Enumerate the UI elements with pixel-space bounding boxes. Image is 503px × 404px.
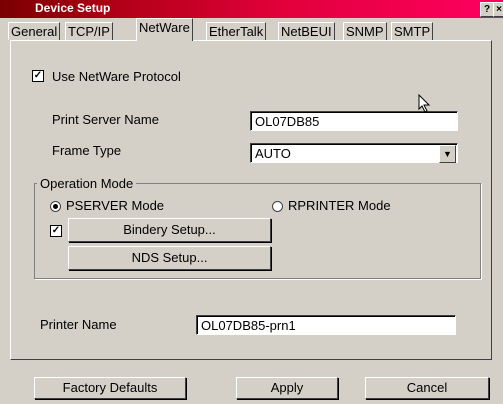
window-title: Device Setup <box>35 1 111 15</box>
mouse-cursor-icon <box>418 94 431 113</box>
print-server-label: Print Server Name <box>52 112 159 127</box>
print-server-input[interactable]: OL07DB85 <box>250 111 458 131</box>
operation-mode-title: Operation Mode <box>37 176 137 191</box>
factory-defaults-button[interactable]: Factory Defaults <box>34 377 186 399</box>
tab-smtp[interactable]: SMTP <box>391 22 434 40</box>
rprinter-radio[interactable] <box>272 201 283 212</box>
tab-general[interactable]: General <box>8 22 61 40</box>
tab-ethertalk[interactable]: EtherTalk <box>206 22 267 40</box>
printer-name-input[interactable]: OL07DB85-prn1 <box>196 315 456 335</box>
pserver-label: PSERVER Mode <box>66 198 165 213</box>
title-bar[interactable]: Device Setup ? × <box>0 0 503 18</box>
pserver-radio[interactable] <box>50 201 61 212</box>
apply-button[interactable]: Apply <box>236 377 338 399</box>
tab-netbeui[interactable]: NetBEUI <box>278 22 335 40</box>
help-button[interactable]: ? <box>480 2 494 17</box>
frame-type-select[interactable]: AUTO ▼ <box>250 143 458 163</box>
nds-setup-button[interactable]: NDS Setup... <box>68 246 271 270</box>
tab-netware[interactable]: NetWare <box>136 18 193 41</box>
chevron-down-icon[interactable]: ▼ <box>439 145 456 163</box>
tab-tcpip[interactable]: TCP/IP <box>65 22 113 40</box>
use-netware-checkbox[interactable]: ✓ <box>32 70 44 82</box>
device-setup-window: Device Setup ? × General TCP/IP NetWare … <box>0 0 503 404</box>
close-button[interactable]: × <box>493 2 503 17</box>
printer-name-label: Printer Name <box>40 317 117 332</box>
frame-type-value: AUTO <box>255 146 291 161</box>
rprinter-label: RPRINTER Mode <box>288 198 391 213</box>
cancel-button[interactable]: Cancel <box>365 377 489 399</box>
use-netware-label: Use NetWare Protocol <box>52 69 181 84</box>
tab-snmp[interactable]: SNMP <box>343 22 387 40</box>
bindery-checkbox[interactable]: ✓ <box>50 225 62 237</box>
frame-type-label: Frame Type <box>52 143 122 158</box>
bindery-setup-button[interactable]: Bindery Setup... <box>68 218 271 242</box>
